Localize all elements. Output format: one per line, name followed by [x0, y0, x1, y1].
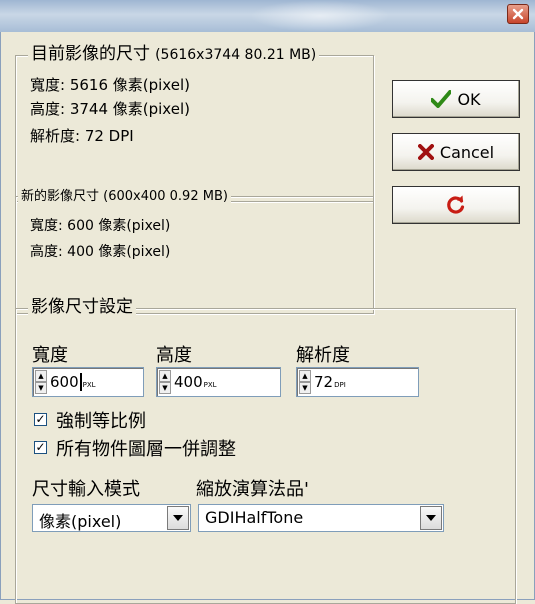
cancel-button[interactable]: Cancel: [392, 133, 520, 171]
algorithm-value: GDIHalfTone: [205, 508, 304, 527]
height-stepper[interactable]: ▲ ▼ 400PXL: [156, 367, 281, 397]
arrow-up-icon[interactable]: ▲: [35, 370, 47, 382]
input-mode-dropdown-button[interactable]: [167, 506, 189, 530]
title-bar: [0, 0, 535, 32]
resolution-unit: DPI: [334, 381, 346, 389]
original-height: 高度: 3744 像素(pixel): [30, 100, 190, 118]
resolution-value: 72DPI: [314, 373, 346, 391]
arrow-down-icon[interactable]: ▼: [35, 382, 47, 394]
chevron-down-icon: [173, 515, 183, 521]
chevron-down-icon: [426, 515, 436, 521]
size-settings-legend: 影像尺寸設定: [28, 297, 136, 317]
new-size-legend: 新的影像尺寸 (600x400 0.92 MB): [18, 187, 231, 207]
height-stepper-arrows[interactable]: ▲ ▼: [159, 370, 171, 394]
new-width: 寬度: 600 像素(pixel): [30, 218, 171, 234]
checkmark-icon: [431, 90, 452, 108]
ok-button[interactable]: OK: [392, 80, 520, 118]
size-settings-group: 影像尺寸設定 寬度 高度 解析度 ▲ ▼ 600 PXL ▲ ▼ 400PXL ▲: [15, 297, 516, 604]
height-unit: PXL: [203, 381, 217, 389]
title-bar-highlight: [250, 0, 390, 32]
width-value: 600 PXL: [50, 373, 96, 391]
x-icon: [417, 144, 434, 160]
algorithm-label: 縮放演算法品': [196, 479, 309, 500]
resolution-label: 解析度: [296, 345, 350, 366]
input-mode-label: 尺寸輸入模式: [32, 479, 140, 500]
height-value-number: 400: [174, 373, 203, 391]
resolution-value-number: 72: [314, 373, 334, 391]
refresh-icon: [447, 195, 465, 214]
resize-dialog: 目前影像的尺寸 (5616x3744 80.21 MB) 寬度: 5616 像素…: [0, 32, 535, 604]
resolution-stepper[interactable]: ▲ ▼ 72DPI: [296, 367, 419, 397]
width-stepper-arrows[interactable]: ▲ ▼: [35, 370, 47, 394]
close-button[interactable]: [507, 4, 529, 24]
original-size-legend: 目前影像的尺寸 (5616x3744 80.21 MB): [28, 44, 320, 65]
arrow-up-icon[interactable]: ▲: [159, 370, 171, 382]
all-layers-label: 所有物件圖層一併調整: [56, 439, 236, 460]
close-icon: [512, 8, 524, 20]
original-size-group: 目前影像的尺寸 (5616x3744 80.21 MB) 寬度: 5616 像素…: [15, 44, 374, 202]
checkmark-icon: ✓: [35, 412, 46, 426]
checkmark-icon: ✓: [35, 440, 46, 454]
original-size-summary: (5616x3744 80.21 MB): [155, 47, 317, 63]
arrow-down-icon[interactable]: ▼: [299, 382, 311, 394]
arrow-up-icon[interactable]: ▲: [299, 370, 311, 382]
ok-label: OK: [457, 89, 481, 109]
original-size-title: 目前影像的尺寸: [31, 44, 150, 64]
resolution-stepper-arrows[interactable]: ▲ ▼: [299, 370, 311, 394]
arrow-down-icon[interactable]: ▼: [159, 382, 171, 394]
input-mode-select[interactable]: 像素(pixel): [32, 504, 191, 532]
algorithm-select[interactable]: GDIHalfTone: [198, 504, 444, 532]
cancel-label: Cancel: [439, 142, 495, 162]
height-value: 400PXL: [174, 373, 217, 391]
reset-button[interactable]: [392, 186, 520, 224]
keep-ratio-checkbox[interactable]: ✓: [34, 413, 47, 426]
all-layers-checkbox[interactable]: ✓: [34, 441, 47, 454]
keep-ratio-label: 強制等比例: [56, 411, 146, 432]
width-unit: PXL: [82, 381, 96, 389]
input-mode-value: 像素(pixel): [39, 512, 122, 531]
new-height: 高度: 400 像素(pixel): [30, 244, 171, 260]
original-width: 寬度: 5616 像素(pixel): [30, 76, 190, 94]
width-label: 寬度: [32, 345, 68, 366]
original-resolution: 解析度: 72 DPI: [30, 127, 134, 145]
width-stepper[interactable]: ▲ ▼ 600 PXL: [32, 367, 144, 397]
width-value-number: 600: [50, 373, 79, 391]
height-label: 高度: [156, 345, 192, 366]
algorithm-dropdown-button[interactable]: [420, 506, 442, 530]
